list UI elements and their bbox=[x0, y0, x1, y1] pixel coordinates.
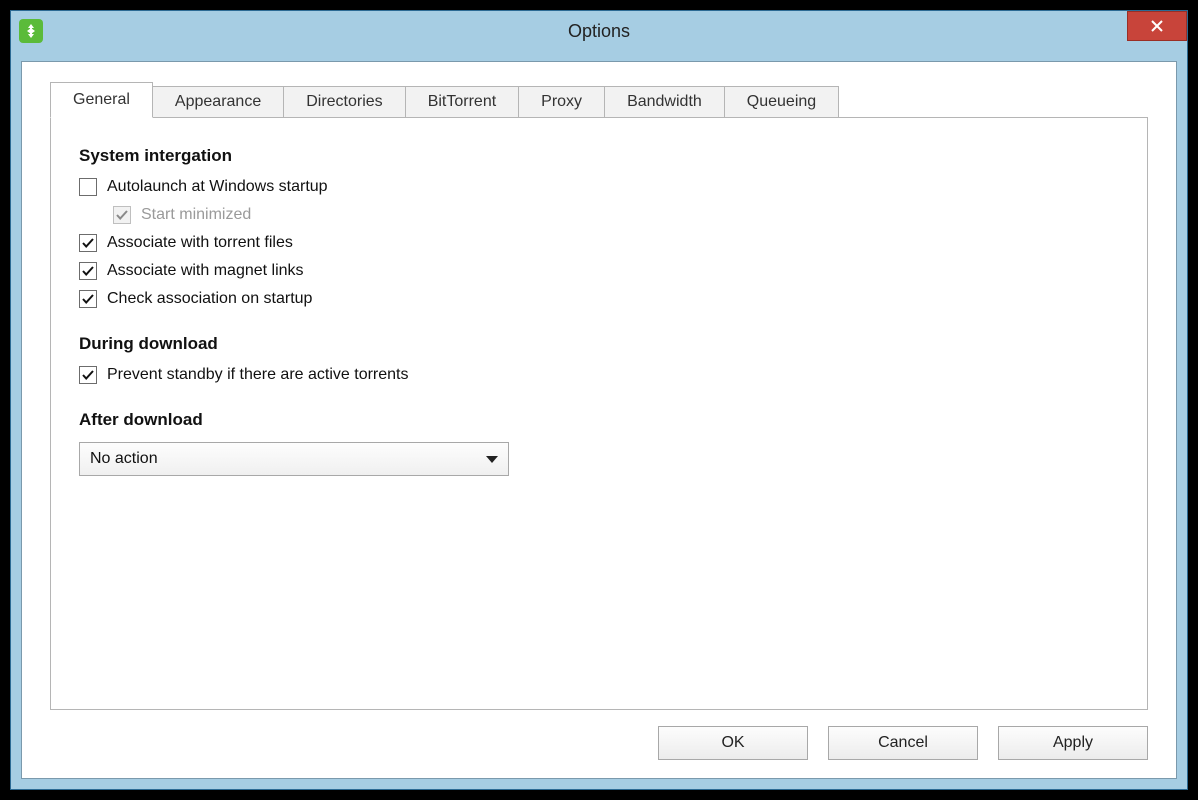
check-icon bbox=[81, 264, 95, 278]
checkbox-prevent-standby[interactable] bbox=[79, 366, 97, 384]
label-assoc-torrent: Associate with torrent files bbox=[107, 234, 293, 252]
check-icon bbox=[81, 292, 95, 306]
section-system-integration: System intergation Autolaunch at Windows… bbox=[79, 146, 1119, 308]
label-prevent-standby: Prevent standby if there are active torr… bbox=[107, 366, 408, 384]
tabstrip: General Appearance Directories BitTorren… bbox=[50, 82, 1148, 118]
client-area: General Appearance Directories BitTorren… bbox=[21, 61, 1177, 779]
tab-directories[interactable]: Directories bbox=[283, 86, 405, 118]
section-during-download: During download Prevent standby if there… bbox=[79, 334, 1119, 384]
ok-button[interactable]: OK bbox=[658, 726, 808, 760]
window-title: Options bbox=[11, 21, 1187, 42]
check-icon bbox=[81, 236, 95, 250]
tab-appearance[interactable]: Appearance bbox=[152, 86, 284, 118]
section-title-after-download: After download bbox=[79, 410, 1119, 430]
dropdown-after-download[interactable]: No action bbox=[79, 442, 509, 476]
tabpanel-general: System intergation Autolaunch at Windows… bbox=[50, 117, 1148, 710]
options-window: Options General Appearance Directories B… bbox=[10, 10, 1188, 790]
tab-queueing[interactable]: Queueing bbox=[724, 86, 839, 118]
dropdown-after-download-value: No action bbox=[90, 450, 158, 468]
row-assoc-magnet: Associate with magnet links bbox=[79, 262, 1119, 280]
close-button[interactable] bbox=[1127, 11, 1187, 41]
dialog-buttons: OK Cancel Apply bbox=[50, 726, 1148, 760]
section-title-system-integration: System intergation bbox=[79, 146, 1119, 166]
label-check-assoc: Check association on startup bbox=[107, 290, 312, 308]
section-after-download: After download No action bbox=[79, 410, 1119, 476]
close-icon bbox=[1150, 19, 1164, 33]
tab-bittorrent[interactable]: BitTorrent bbox=[405, 86, 519, 118]
checkbox-assoc-magnet[interactable] bbox=[79, 262, 97, 280]
checkbox-start-minimized bbox=[113, 206, 131, 224]
section-title-during-download: During download bbox=[79, 334, 1119, 354]
checkbox-check-assoc[interactable] bbox=[79, 290, 97, 308]
label-assoc-magnet: Associate with magnet links bbox=[107, 262, 304, 280]
label-autolaunch: Autolaunch at Windows startup bbox=[107, 178, 328, 196]
row-start-minimized: Start minimized bbox=[113, 206, 1119, 224]
row-autolaunch: Autolaunch at Windows startup bbox=[79, 178, 1119, 196]
app-icon bbox=[19, 19, 43, 43]
checkbox-assoc-torrent[interactable] bbox=[79, 234, 97, 252]
tab-general[interactable]: General bbox=[50, 82, 153, 118]
apply-button[interactable]: Apply bbox=[998, 726, 1148, 760]
check-icon bbox=[81, 368, 95, 382]
chevron-down-icon bbox=[486, 456, 498, 463]
check-icon bbox=[115, 208, 129, 222]
row-check-assoc: Check association on startup bbox=[79, 290, 1119, 308]
cancel-button[interactable]: Cancel bbox=[828, 726, 978, 760]
checkbox-autolaunch[interactable] bbox=[79, 178, 97, 196]
row-assoc-torrent: Associate with torrent files bbox=[79, 234, 1119, 252]
label-start-minimized: Start minimized bbox=[141, 206, 251, 224]
row-prevent-standby: Prevent standby if there are active torr… bbox=[79, 366, 1119, 384]
titlebar: Options bbox=[11, 11, 1187, 51]
tab-bandwidth[interactable]: Bandwidth bbox=[604, 86, 725, 118]
tab-proxy[interactable]: Proxy bbox=[518, 86, 605, 118]
